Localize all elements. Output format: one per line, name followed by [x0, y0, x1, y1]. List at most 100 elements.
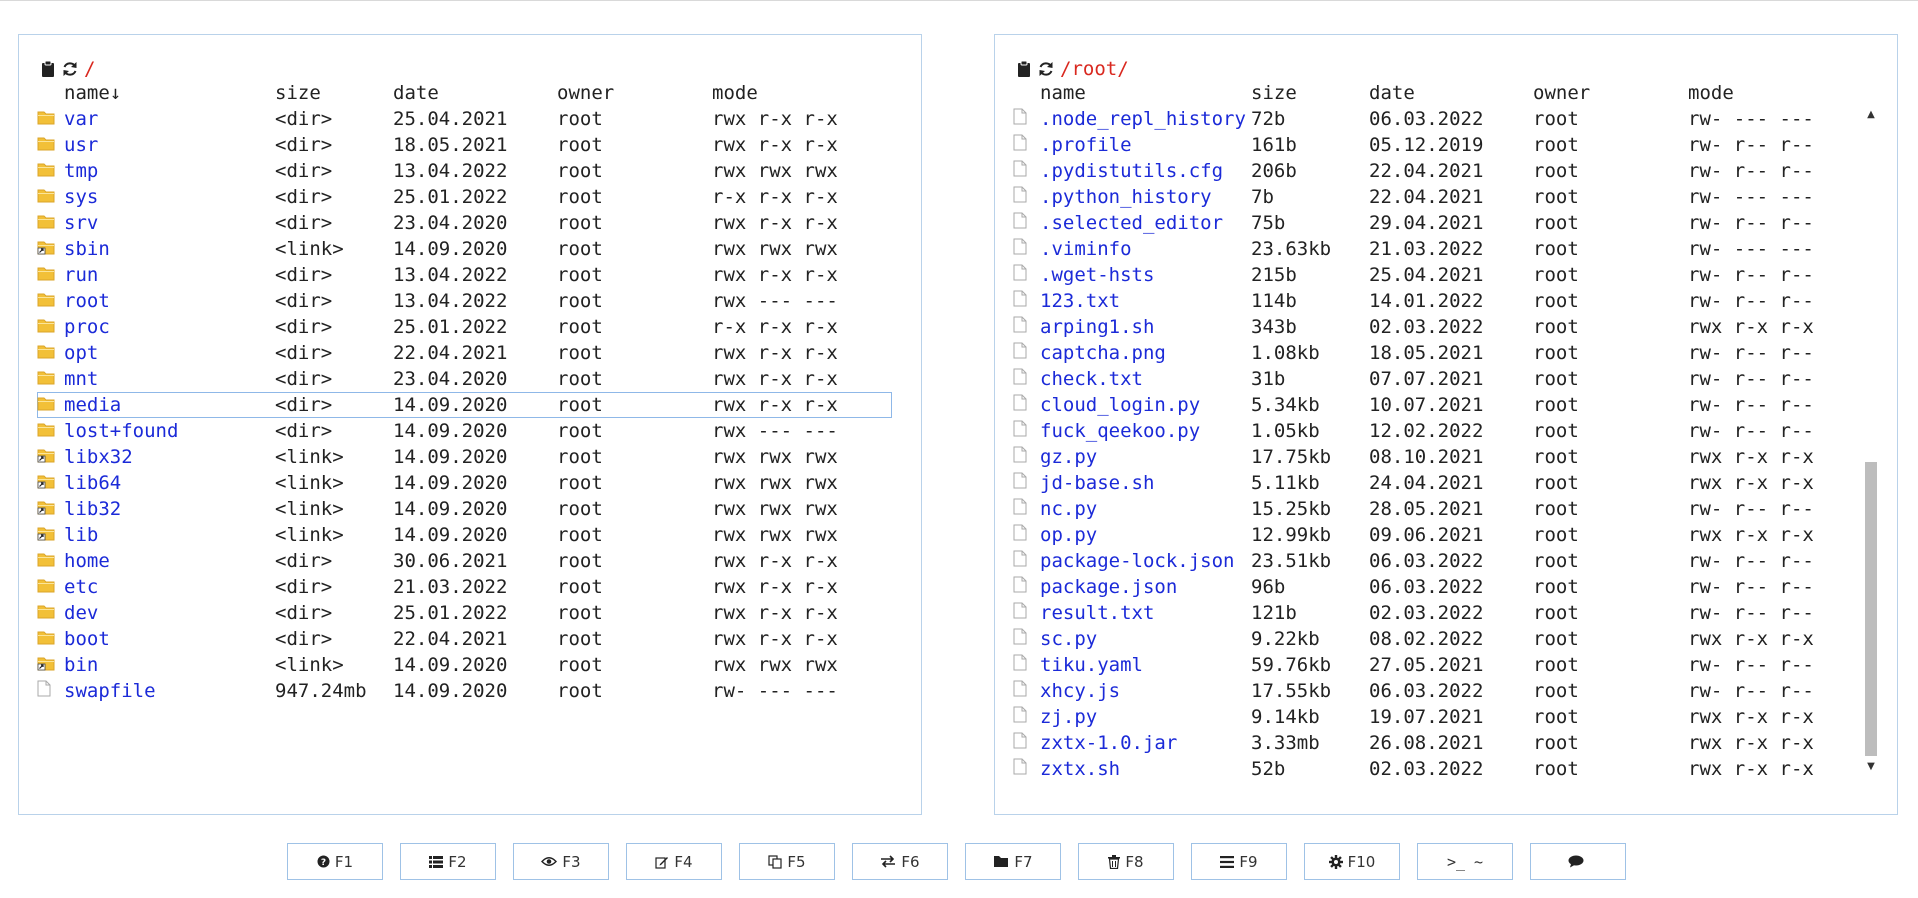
refresh-icon[interactable]: [59, 58, 81, 80]
file-name-cell[interactable]: sys: [64, 184, 275, 210]
file-row[interactable]: swapfile 947.24mb 14.09.2020 root rw- --- --…: [37, 678, 892, 704]
file-name-link[interactable]: .node_repl_history: [1040, 108, 1246, 130]
file-row[interactable]: sc.py 9.22kb 08.02.2022 root rwx r-x r-x: [1013, 626, 1861, 652]
right-scrollbar[interactable]: ▲ ▼: [1863, 107, 1879, 775]
scroll-down-arrow-icon[interactable]: ▼: [1863, 759, 1879, 775]
file-name-link[interactable]: captcha.png: [1040, 342, 1166, 364]
file-row[interactable]: etc <dir> 21.03.2022 root rwx r-x r-x: [37, 574, 892, 600]
file-name-cell[interactable]: media: [64, 392, 275, 418]
header-owner[interactable]: owner: [1533, 79, 1688, 106]
scroll-up-arrow-icon[interactable]: ▲: [1863, 107, 1879, 123]
file-name-link[interactable]: swapfile: [64, 680, 156, 702]
file-name-cell[interactable]: home: [64, 548, 275, 574]
file-name-link[interactable]: lost+found: [64, 420, 178, 442]
file-name-link[interactable]: proc: [64, 316, 110, 338]
file-name-link[interactable]: libx32: [64, 446, 133, 468]
clipboard-icon[interactable]: [37, 58, 59, 80]
file-name-cell[interactable]: tiku.yaml: [1040, 652, 1251, 678]
file-name-link[interactable]: cloud_login.py: [1040, 394, 1200, 416]
file-row[interactable]: .pydistutils.cfg 206b 22.04.2021 root rw- r-…: [1013, 158, 1861, 184]
file-name-link[interactable]: .python_history: [1040, 186, 1212, 208]
f6-move-button[interactable]: F6: [852, 843, 948, 880]
file-name-link[interactable]: gz.py: [1040, 446, 1097, 468]
file-row[interactable]: mnt <dir> 23.04.2020 root rwx r-x r-x: [37, 366, 892, 392]
file-name-link[interactable]: dev: [64, 602, 98, 624]
left-panel[interactable]: / name↓ size date owner mode var <dir> 25.…: [18, 34, 922, 815]
file-row[interactable]: boot <dir> 22.04.2021 root rwx r-x r-x: [37, 626, 892, 652]
f5-copy-button[interactable]: F5: [739, 843, 835, 880]
file-name-link[interactable]: run: [64, 264, 98, 286]
f7-mkdir-button[interactable]: F7: [965, 843, 1061, 880]
file-name-link[interactable]: result.txt: [1040, 602, 1154, 624]
file-row[interactable]: zxtx.sh 52b 02.03.2022 root rwx r-x r-x: [1013, 756, 1861, 780]
file-name-cell[interactable]: .wget-hsts: [1040, 262, 1251, 288]
header-date[interactable]: date: [1369, 79, 1533, 106]
file-name-link[interactable]: home: [64, 550, 110, 572]
file-name-link[interactable]: .profile: [1040, 134, 1132, 156]
file-name-cell[interactable]: srv: [64, 210, 275, 236]
file-name-cell[interactable]: lib32: [64, 496, 275, 522]
file-name-link[interactable]: nc.py: [1040, 498, 1097, 520]
file-name-cell[interactable]: opt: [64, 340, 275, 366]
file-row[interactable]: package-lock.json 23.51kb 06.03.2022 root rw…: [1013, 548, 1861, 574]
file-name-link[interactable]: tmp: [64, 160, 98, 182]
file-name-cell[interactable]: run: [64, 262, 275, 288]
file-name-cell[interactable]: op.py: [1040, 522, 1251, 548]
file-row[interactable]: usr <dir> 18.05.2021 root rwx r-x r-x: [37, 132, 892, 158]
header-name[interactable]: name↓: [64, 79, 275, 106]
file-name-cell[interactable]: zxtx-1.0.jar: [1040, 730, 1251, 756]
file-row[interactable]: xhcy.js 17.55kb 06.03.2022 root rw- r-- r--: [1013, 678, 1861, 704]
file-name-cell[interactable]: package-lock.json: [1040, 548, 1251, 574]
file-row[interactable]: result.txt 121b 02.03.2022 root rw- r-- r--: [1013, 600, 1861, 626]
scrollbar-thumb[interactable]: [1865, 462, 1877, 756]
file-row[interactable]: package.json 96b 06.03.2022 root rw- r-- r--: [1013, 574, 1861, 600]
file-name-link[interactable]: lib32: [64, 498, 121, 520]
file-name-cell[interactable]: boot: [64, 626, 275, 652]
current-path[interactable]: /: [84, 58, 95, 80]
file-name-link[interactable]: xhcy.js: [1040, 680, 1120, 702]
file-name-link[interactable]: package-lock.json: [1040, 550, 1234, 572]
file-name-cell[interactable]: lib64: [64, 470, 275, 496]
file-name-cell[interactable]: tmp: [64, 158, 275, 184]
file-name-link[interactable]: sbin: [64, 238, 110, 260]
file-name-link[interactable]: lib64: [64, 472, 121, 494]
file-row[interactable]: srv <dir> 23.04.2020 root rwx r-x r-x: [37, 210, 892, 236]
file-row[interactable]: lib64 <link> 14.09.2020 root rwx rwx rwx: [37, 470, 892, 496]
file-name-cell[interactable]: gz.py: [1040, 444, 1251, 470]
file-row[interactable]: check.txt 31b 07.07.2021 root rw- r-- r--: [1013, 366, 1861, 392]
file-name-link[interactable]: package.json: [1040, 576, 1177, 598]
file-name-cell[interactable]: zj.py: [1040, 704, 1251, 730]
file-name-link[interactable]: check.txt: [1040, 368, 1143, 390]
file-name-link[interactable]: etc: [64, 576, 98, 598]
right-panel[interactable]: /root/ name size date owner mode .node_r…: [994, 34, 1898, 815]
file-name-cell[interactable]: bin: [64, 652, 275, 678]
f9-menu-button[interactable]: F9: [1191, 843, 1287, 880]
file-name-cell[interactable]: etc: [64, 574, 275, 600]
f4-edit-button[interactable]: F4: [626, 843, 722, 880]
file-row[interactable]: cloud_login.py 5.34kb 10.07.2021 root rw- r-…: [1013, 392, 1861, 418]
file-name-cell[interactable]: mnt: [64, 366, 275, 392]
file-name-link[interactable]: zxtx-1.0.jar: [1040, 732, 1177, 754]
file-name-cell[interactable]: result.txt: [1040, 600, 1251, 626]
f3-view-button[interactable]: F3: [513, 843, 609, 880]
file-name-link[interactable]: .viminfo: [1040, 238, 1132, 260]
file-row[interactable]: root <dir> 13.04.2022 root rwx --- ---: [37, 288, 892, 314]
file-row[interactable]: lost+found <dir> 14.09.2020 root rwx --- ---: [37, 418, 892, 444]
file-name-link[interactable]: root: [64, 290, 110, 312]
file-row[interactable]: var <dir> 25.04.2021 root rwx r-x r-x: [37, 106, 892, 132]
file-row[interactable]: captcha.png 1.08kb 18.05.2021 root rw- r-- r…: [1013, 340, 1861, 366]
file-name-cell[interactable]: var: [64, 106, 275, 132]
f8-delete-button[interactable]: F8: [1078, 843, 1174, 880]
file-row[interactable]: bin <link> 14.09.2020 root rwx rwx rwx: [37, 652, 892, 678]
file-row[interactable]: .python_history 7b 22.04.2021 root rw- --- -…: [1013, 184, 1861, 210]
file-name-link[interactable]: .wget-hsts: [1040, 264, 1154, 286]
file-name-cell[interactable]: lib: [64, 522, 275, 548]
file-name-cell[interactable]: proc: [64, 314, 275, 340]
file-name-cell[interactable]: jd-base.sh: [1040, 470, 1251, 496]
file-name-link[interactable]: mnt: [64, 368, 98, 390]
chat-button[interactable]: [1530, 843, 1626, 880]
file-row[interactable]: op.py 12.99kb 09.06.2021 root rwx r-x r-x: [1013, 522, 1861, 548]
file-name-link[interactable]: zxtx.sh: [1040, 758, 1120, 780]
file-name-link[interactable]: media: [64, 394, 121, 416]
file-row[interactable]: jd-base.sh 5.11kb 24.04.2021 root rwx r-x r-…: [1013, 470, 1861, 496]
